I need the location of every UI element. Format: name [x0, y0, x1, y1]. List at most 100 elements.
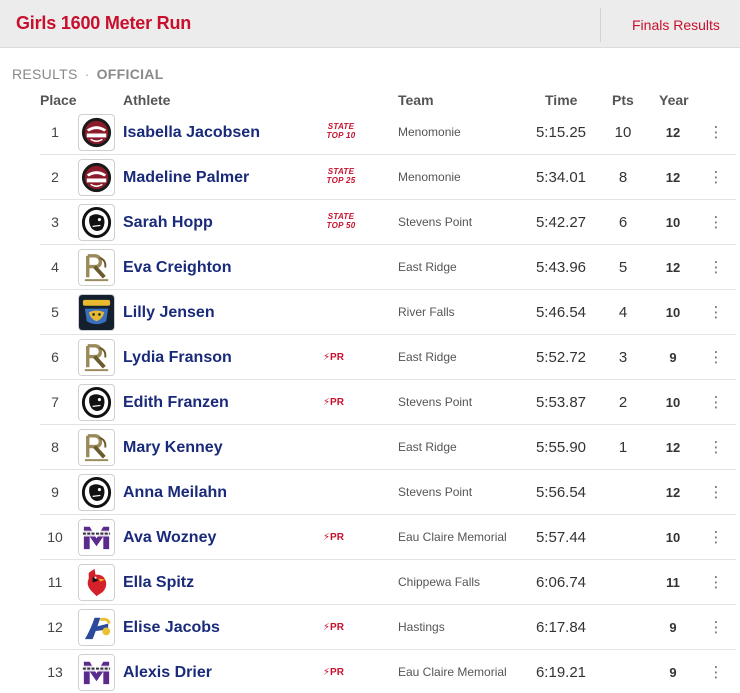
points-value: 10	[614, 124, 632, 141]
year-value: 10	[665, 530, 681, 545]
state-badge-line2: TOP 10	[326, 131, 356, 140]
more-options-icon[interactable]: ⋮	[708, 200, 724, 245]
wildcat-logo[interactable]	[78, 294, 115, 331]
more-options-icon[interactable]: ⋮	[708, 515, 724, 560]
time-value: 6:19.21	[535, 664, 587, 681]
team-name-link[interactable]: Menomonie	[398, 155, 461, 200]
athlete-name-link[interactable]: Lydia Franson	[123, 335, 232, 380]
time-value: 5:43.96	[535, 259, 587, 276]
result-row[interactable]: 12 Elise Jacobs ⚡PR Hastings 6:17.84 9 ⋮	[40, 605, 736, 650]
panther-logo[interactable]	[78, 204, 115, 241]
place-value: 2	[51, 169, 59, 185]
athlete-name-link[interactable]: Ella Spitz	[123, 560, 194, 605]
team-name-link[interactable]: Stevens Point	[398, 200, 472, 245]
time-value: 5:42.27	[535, 214, 587, 231]
raptor-logo[interactable]	[78, 339, 115, 376]
year-value: 10	[665, 395, 681, 410]
more-options-icon[interactable]: ⋮	[708, 470, 724, 515]
time-value: 5:34.01	[535, 169, 587, 186]
athlete-name-link[interactable]: Sarah Hopp	[123, 200, 213, 245]
result-row[interactable]: 9 Anna Meilahn Stevens Point 5:56.54 12 ⋮	[40, 470, 736, 515]
result-row[interactable]: 13 Alexis Drier ⚡PR Eau Claire Memorial 6:19…	[40, 650, 736, 693]
athlete-name-link[interactable]: Alexis Drier	[123, 650, 212, 693]
time-value: 6:17.84	[535, 619, 587, 636]
more-options-icon[interactable]: ⋮	[708, 335, 724, 380]
pr-badge-text: PR	[330, 397, 344, 408]
points-value: 3	[618, 349, 628, 366]
raptor-logo[interactable]	[78, 249, 115, 286]
team-name-link[interactable]: Eau Claire Memorial	[398, 515, 507, 560]
more-options-icon[interactable]: ⋮	[708, 245, 724, 290]
raider-logo[interactable]	[78, 609, 115, 646]
athlete-name-link[interactable]: Isabella Jacobsen	[123, 110, 260, 155]
badge-cell: ⚡PR	[321, 515, 361, 560]
points-value	[610, 470, 636, 515]
lightning-icon: ⚡	[323, 622, 331, 633]
more-options-icon[interactable]: ⋮	[708, 425, 724, 470]
col-header-time[interactable]: Time	[545, 92, 577, 108]
more-options-icon[interactable]: ⋮	[708, 290, 724, 335]
team-name-link[interactable]: East Ridge	[398, 245, 457, 290]
panther-logo[interactable]	[78, 474, 115, 511]
team-name-link[interactable]: Menomonie	[398, 110, 461, 155]
more-options-icon[interactable]: ⋮	[708, 380, 724, 425]
result-row[interactable]: 8 Mary Kenney East Ridge 5:55.90 1 12 ⋮	[40, 425, 736, 470]
points-value	[610, 515, 636, 560]
result-row[interactable]: 7 Edith Franzen ⚡PR Stevens Point 5:53.87 2 10…	[40, 380, 736, 425]
finals-results-button[interactable]: Finals Results	[600, 8, 740, 42]
result-row[interactable]: 6 Lydia Franson ⚡PR East Ridge 5:52.72 3 9 ⋮	[40, 335, 736, 380]
badge-cell: STATE TOP 25	[321, 155, 361, 200]
more-options-icon[interactable]: ⋮	[708, 110, 724, 155]
result-row[interactable]: 1 Isabella Jacobsen STATE TOP 10 Menomonie 5:…	[40, 110, 736, 155]
raptor-logo[interactable]	[78, 429, 115, 466]
cardinal-logo[interactable]	[78, 564, 115, 601]
result-row[interactable]: 10 Ava Wozney ⚡PR Eau Claire Memorial 5:57.4…	[40, 515, 736, 560]
panther-logo[interactable]	[78, 384, 115, 421]
result-row[interactable]: 4 Eva Creighton East Ridge 5:43.96 5 12 ⋮	[40, 245, 736, 290]
time-value: 5:52.72	[535, 349, 587, 366]
athlete-name-link[interactable]: Eva Creighton	[123, 245, 231, 290]
athlete-name-link[interactable]: Lilly Jensen	[123, 290, 215, 335]
badge-cell: STATE TOP 50	[321, 200, 361, 245]
team-name-link[interactable]: Stevens Point	[398, 380, 472, 425]
col-header-team[interactable]: Team	[398, 92, 434, 108]
col-header-year[interactable]: Year	[659, 92, 689, 108]
col-header-athlete[interactable]: Athlete	[123, 92, 170, 108]
team-name-link[interactable]: East Ridge	[398, 335, 457, 380]
more-options-icon[interactable]: ⋮	[708, 155, 724, 200]
team-name-link[interactable]: East Ridge	[398, 425, 457, 470]
result-row[interactable]: 11 Ella Spitz Chippewa Falls 6:06.74 11 ⋮	[40, 560, 736, 605]
athlete-name-link[interactable]: Elise Jacobs	[123, 605, 220, 650]
athlete-name-link[interactable]: Madeline Palmer	[123, 155, 249, 200]
team-name-link[interactable]: River Falls	[398, 290, 455, 335]
athlete-name-link[interactable]: Ava Wozney	[123, 515, 216, 560]
team-name-link[interactable]: Hastings	[398, 605, 445, 650]
team-name-link[interactable]: Chippewa Falls	[398, 560, 480, 605]
pr-badge-text: PR	[330, 622, 344, 633]
athlete-name-link[interactable]: Anna Meilahn	[123, 470, 227, 515]
col-header-place[interactable]: Place	[40, 92, 77, 108]
athlete-name-link[interactable]: Mary Kenney	[123, 425, 223, 470]
place-value: 13	[47, 664, 63, 680]
old-abes-logo[interactable]	[78, 654, 115, 691]
more-options-icon[interactable]: ⋮	[708, 650, 724, 693]
team-name-link[interactable]: Eau Claire Memorial	[398, 650, 507, 693]
col-header-pts[interactable]: Pts	[612, 92, 634, 108]
pr-badge: ⚡PR	[323, 532, 344, 543]
results-table: 1 Isabella Jacobsen STATE TOP 10 Menomonie 5:…	[40, 110, 736, 693]
year-value: 9	[669, 350, 677, 365]
mustang-logo[interactable]	[78, 114, 115, 151]
more-options-icon[interactable]: ⋮	[708, 560, 724, 605]
pr-badge-text: PR	[330, 352, 344, 363]
result-row[interactable]: 5 Lilly Jensen River Falls 5:46.54 4 10 ⋮	[40, 290, 736, 335]
lightning-icon: ⚡	[323, 352, 331, 363]
more-options-icon[interactable]: ⋮	[708, 605, 724, 650]
team-name-link[interactable]: Stevens Point	[398, 470, 472, 515]
mustang-logo[interactable]	[78, 159, 115, 196]
lightning-icon: ⚡	[323, 667, 331, 678]
old-abes-logo[interactable]	[78, 519, 115, 556]
result-row[interactable]: 3 Sarah Hopp STATE TOP 50 Stevens Point 5:42.…	[40, 200, 736, 245]
athlete-name-link[interactable]: Edith Franzen	[123, 380, 229, 425]
result-row[interactable]: 2 Madeline Palmer STATE TOP 25 Menomonie 5:34…	[40, 155, 736, 200]
place-value: 10	[47, 529, 63, 545]
